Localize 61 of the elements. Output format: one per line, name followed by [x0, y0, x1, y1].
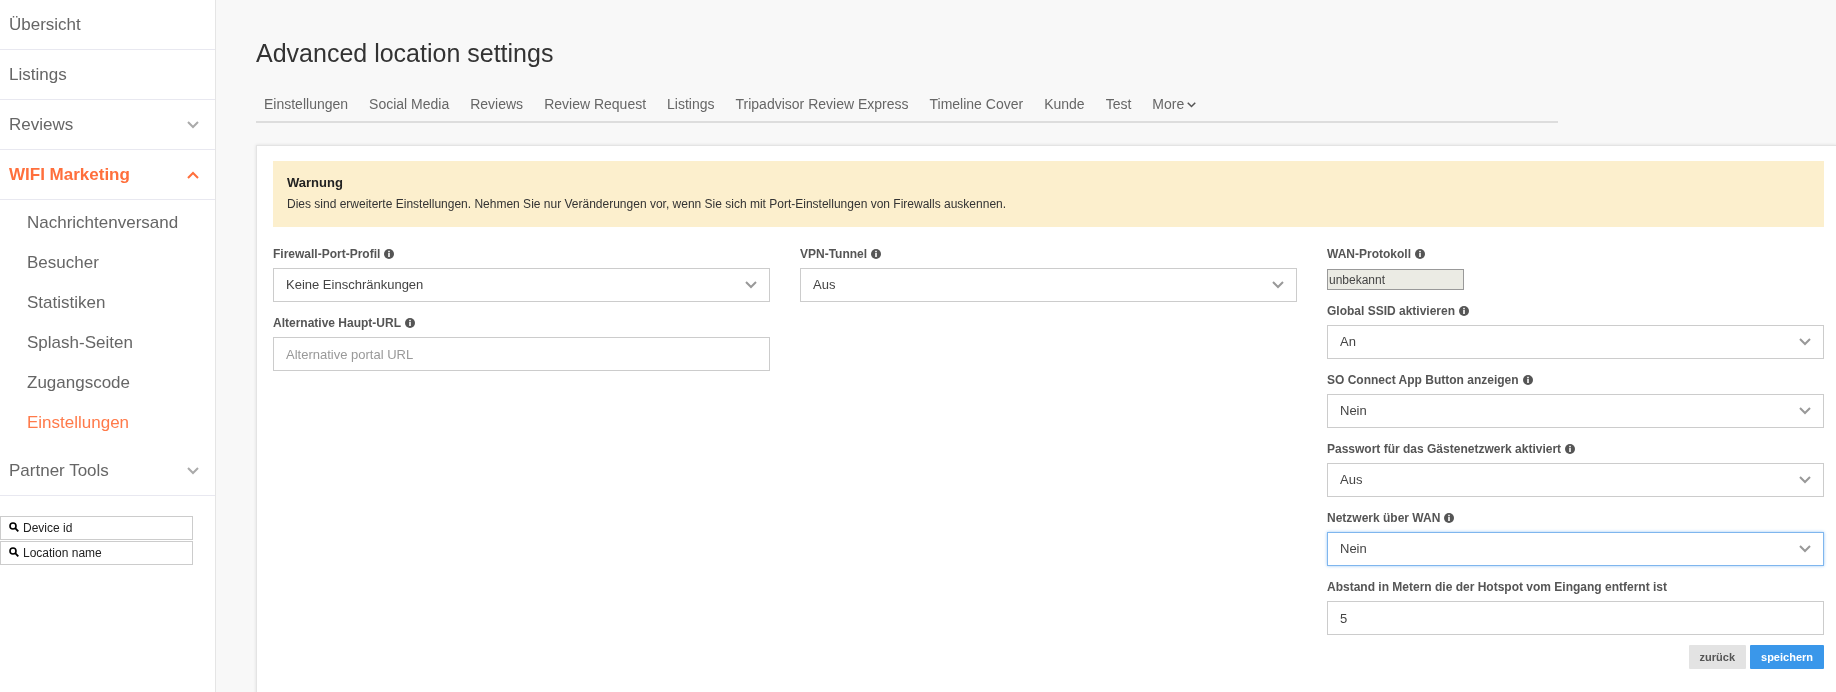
- warning-title: Warnung: [287, 174, 344, 192]
- field-label: Netzwerk über WAN: [1327, 510, 1441, 527]
- field-label: SO Connect App Button anzeigen: [1327, 372, 1519, 389]
- field-label: Passwort für das Gästenetzwerk aktiviert: [1327, 441, 1562, 458]
- field-label: Abstand in Metern die der Hotspot vom Eingang entfernt ist: [1327, 579, 1668, 596]
- chevron-down-icon: [745, 281, 757, 289]
- sidebar-subitem[interactable]: Splash-Seiten: [0, 323, 215, 363]
- tab[interactable]: Test: [1105, 94, 1132, 115]
- sidebar-item[interactable]: Reviews: [0, 100, 215, 150]
- info-icon: [1565, 444, 1576, 454]
- chevron-down-icon: [1799, 476, 1811, 484]
- chevron-down-icon: [1799, 545, 1811, 553]
- tab[interactable]: Reviews: [470, 94, 524, 115]
- tab[interactable]: Tripadvisor Review Express: [735, 94, 909, 115]
- select-field[interactable]: An: [1327, 325, 1824, 359]
- sidebar-subitem[interactable]: Zugangscode: [0, 363, 215, 403]
- tab[interactable]: Listings: [667, 94, 715, 115]
- search-icon: [9, 547, 19, 557]
- page-title: Advanced location settings: [256, 38, 555, 69]
- tab[interactable]: More: [1152, 94, 1197, 115]
- readonly-field: unbekannt: [1327, 269, 1464, 290]
- info-icon: [1415, 249, 1425, 259]
- select-field[interactable]: Aus: [1327, 463, 1824, 497]
- warning-text: Dies sind erweiterte Einstellungen. Nehmen Sie nur Veränderungen vor, wenn Sie sich mit Port-Einstellungen von Firewalls auskennen.: [287, 195, 1008, 213]
- select-field[interactable]: Keine Einschränkungen: [273, 268, 770, 302]
- tab[interactable]: Review Request: [544, 94, 647, 115]
- sidebar-subitem[interactable]: Nachrichtenversand: [0, 203, 215, 243]
- info-icon: [1444, 513, 1455, 523]
- search-field[interactable]: Device id: [0, 516, 193, 540]
- info-icon: [1459, 306, 1470, 316]
- field-label: Global SSID aktivieren: [1327, 303, 1456, 320]
- tab[interactable]: Timeline Cover: [929, 94, 1024, 115]
- sidebar-item[interactable]: Listings: [0, 50, 215, 100]
- select-field[interactable]: Nein: [1327, 532, 1824, 566]
- chevron-down-icon: [1272, 281, 1284, 289]
- sidebar-subitem[interactable]: Besucher: [0, 243, 215, 283]
- sidebar-item[interactable]: Übersicht: [0, 0, 215, 50]
- info-icon: [405, 318, 415, 328]
- field-label: Alternative Haupt-URL: [273, 315, 401, 332]
- info-icon: [871, 249, 882, 259]
- tab[interactable]: Einstellungen: [256, 94, 349, 115]
- back-button[interactable]: zurück: [1688, 645, 1747, 669]
- search-icon: [9, 522, 19, 532]
- info-icon: [384, 249, 395, 259]
- save-button[interactable]: speichern: [1750, 645, 1824, 669]
- select-field[interactable]: Nein: [1327, 394, 1824, 428]
- tab[interactable]: Social Media: [369, 94, 450, 115]
- field-label: WAN-Protokoll: [1327, 246, 1411, 263]
- chevron-down-icon: [1799, 407, 1811, 415]
- text-field[interactable]: 5: [1327, 601, 1824, 635]
- tab[interactable]: Kunde: [1044, 94, 1085, 115]
- field-label: VPN-Tunnel: [800, 246, 868, 263]
- field-label: Firewall-Port-Profil: [273, 246, 381, 263]
- select-field[interactable]: Aus: [800, 268, 1297, 302]
- search-field[interactable]: Location name: [0, 541, 193, 565]
- chevron-down-icon: [1799, 338, 1811, 346]
- sidebar-subitem[interactable]: Statistiken: [0, 283, 215, 323]
- chevron-down-icon: [1187, 101, 1197, 108]
- text-field[interactable]: Alternative portal URL: [273, 337, 770, 371]
- info-icon: [1522, 375, 1533, 385]
- sidebar-item[interactable]: Partner Tools: [0, 446, 215, 496]
